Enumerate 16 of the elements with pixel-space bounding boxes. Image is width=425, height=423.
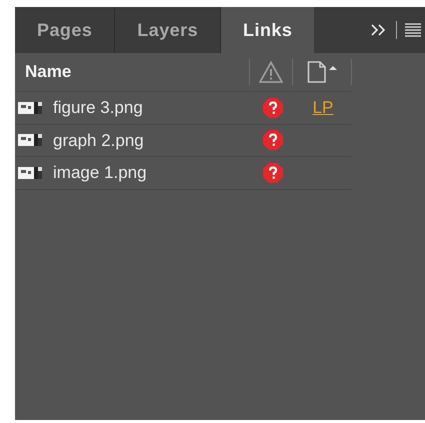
- file-name: figure 3.png: [53, 97, 143, 119]
- image-thumbnail-icon: [18, 166, 43, 180]
- file-name: image 1.png: [53, 162, 147, 184]
- page-sort-icon[interactable]: [307, 61, 338, 83]
- link-row[interactable]: image 1.png: [15, 157, 352, 190]
- image-thumbnail-icon: [18, 133, 43, 148]
- double-chevron-icon[interactable]: [370, 23, 388, 37]
- link-row[interactable]: figure 3.png LP: [15, 92, 352, 124]
- panel-tab[interactable]: Links: [221, 7, 314, 53]
- file-name: graph 2.png: [53, 130, 144, 152]
- page-link[interactable]: LP: [312, 95, 334, 120]
- warning-icon[interactable]: [259, 61, 284, 83]
- column-header[interactable]: Name: [15, 59, 250, 85]
- image-thumbnail-icon: [18, 100, 43, 115]
- link-row[interactable]: graph 2.png: [15, 124, 352, 157]
- menu-icon[interactable]: [405, 23, 421, 37]
